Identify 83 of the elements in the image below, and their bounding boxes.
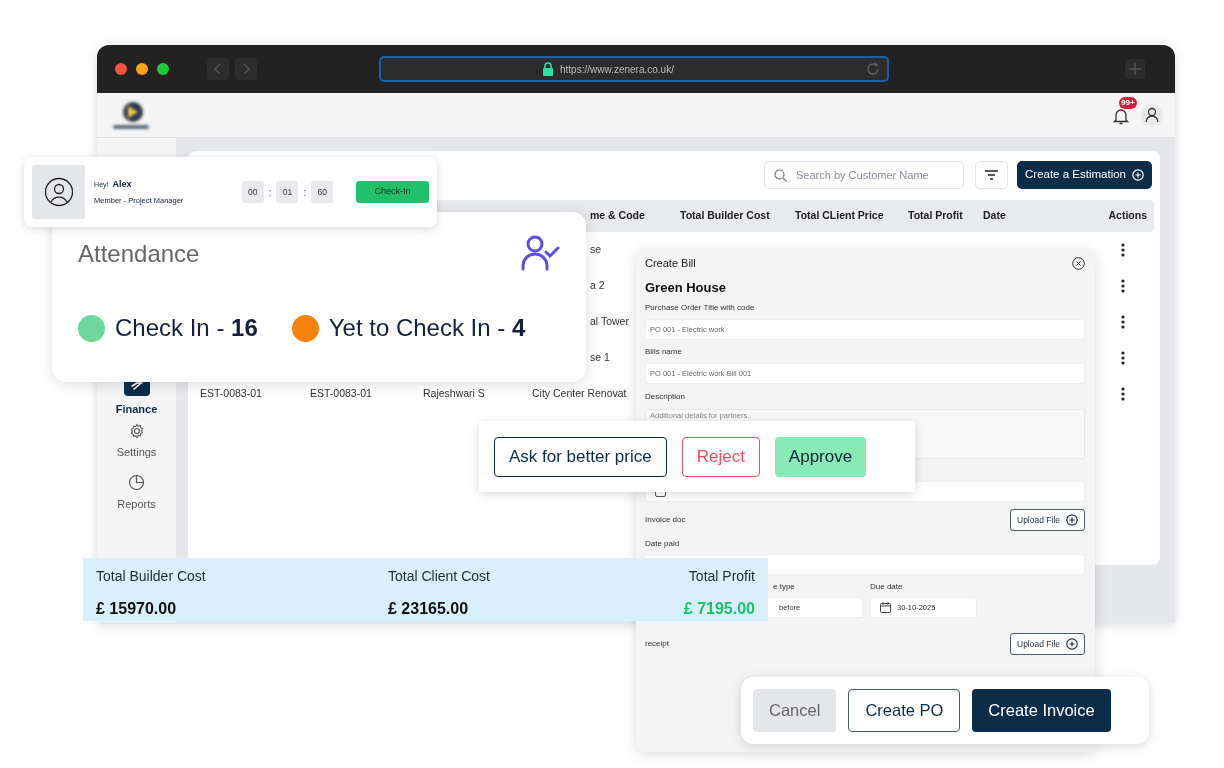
field-label: e type (773, 582, 795, 592)
column-header: Actions (1107, 208, 1148, 224)
field-label: Due date (870, 582, 903, 592)
table-cell-text: se (589, 242, 602, 258)
notification-badge: 99+ (1119, 97, 1137, 109)
url-text: https://www.zenera.co.uk/ (560, 62, 674, 77)
sidebar-item[interactable]: Settings (97, 423, 176, 474)
table-cell-text: se 1 (589, 350, 610, 366)
column-header: Total Builder Cost (679, 208, 771, 224)
more-options-icon[interactable] (1121, 279, 1125, 293)
dialog-title: Create Bill (645, 257, 696, 270)
chevron-right-icon (242, 63, 250, 75)
field-label: Date paid (645, 539, 681, 549)
table-cell-text: EST-0083-01 (309, 386, 372, 402)
lock-icon (542, 62, 554, 76)
total-label: Total Client Cost (388, 567, 490, 586)
check-in-button[interactable]: Check-In (356, 181, 429, 203)
more-options-icon[interactable] (1121, 243, 1125, 257)
more-options-icon[interactable] (1121, 315, 1125, 329)
total-value: £ 7195.00 (683, 599, 755, 619)
field-label: Bills name (645, 347, 683, 357)
pie-chart-icon (128, 474, 145, 491)
action-button[interactable]: Create PO (848, 689, 961, 732)
plus-circle-icon (1066, 638, 1078, 650)
column-header: Total CLient Price (794, 208, 885, 224)
user-name: Alex (112, 177, 132, 191)
user-avatar-icon[interactable] (1141, 104, 1163, 126)
more-options-icon[interactable] (1121, 351, 1125, 365)
timer-digit: 01 (276, 181, 299, 203)
filter-icon (985, 170, 998, 180)
reload-icon[interactable] (865, 61, 881, 77)
upload-button[interactable]: Upload File (1010, 509, 1085, 531)
approve-button[interactable]: Approve (774, 436, 867, 477)
sidebar-item[interactable]: Finance (97, 372, 176, 423)
table-cell-text: City Center Renovat (531, 386, 627, 402)
address-bar[interactable]: https://www.zenera.co.uk/ (379, 56, 889, 82)
timer-digit: 60 (311, 181, 334, 203)
settings-icon (128, 423, 145, 439)
timer-separator: : (303, 185, 307, 200)
logo-icon (111, 100, 151, 130)
user-check-icon (520, 234, 560, 272)
plus-circle-icon (1132, 169, 1144, 181)
attendance-stat: Yet to Check In - 4 (328, 313, 526, 343)
table-cell-text: a 2 (589, 278, 605, 294)
create-estimation-button[interactable]: Create a Estimation (1017, 161, 1152, 189)
total-value: £ 23165.00 (388, 599, 470, 619)
search-icon (774, 169, 787, 182)
upload-button[interactable]: Upload File (1010, 633, 1085, 655)
field-label: Invoice doc (645, 515, 686, 525)
close-icon[interactable] (1072, 257, 1085, 270)
notification-bell-icon[interactable] (1113, 106, 1129, 125)
calendar-icon (880, 602, 891, 613)
action-button[interactable]: Create Invoice (972, 689, 1111, 732)
plus-circle-icon (1066, 514, 1078, 526)
plus-icon (1129, 63, 1141, 75)
filter-button[interactable] (975, 161, 1008, 189)
cancel-button[interactable]: Cancel (753, 689, 837, 732)
chevron-left-icon (214, 63, 222, 75)
column-header: Total Profit (907, 208, 964, 224)
field-label: receipt (645, 639, 669, 649)
table-cell-text: Rajeshwari S (422, 386, 485, 402)
total-value: £ 15970.00 (96, 599, 178, 619)
total-label: Total Builder Cost (96, 567, 207, 586)
action-button[interactable]: Ask for better price (494, 436, 667, 477)
field-label: Description (645, 392, 686, 402)
timer-separator: : (268, 185, 272, 200)
total-label: Total Profit (687, 567, 755, 586)
search-field[interactable]: Search by Customer Name (764, 161, 964, 189)
avatar-icon (32, 165, 86, 219)
timer-digit: 00 (241, 181, 264, 203)
minimize-window-button[interactable] (136, 63, 148, 75)
attendance-title: Attendance (78, 239, 200, 269)
field-label: Purchase Order Title with code (645, 303, 756, 313)
table-cell-text: al Tower (589, 314, 629, 330)
column-header: me & Code (589, 208, 646, 224)
sidebar-item[interactable]: Reports (97, 474, 176, 525)
column-header: Date (982, 208, 1007, 224)
attendance-stat: Check In - 16 (115, 313, 258, 343)
close-window-button[interactable] (115, 63, 127, 75)
project-name: Green House (645, 280, 727, 296)
table-cell-text: EST-0083-01 (199, 386, 262, 402)
maximize-window-button[interactable] (157, 63, 169, 75)
more-options-icon[interactable] (1121, 387, 1125, 401)
